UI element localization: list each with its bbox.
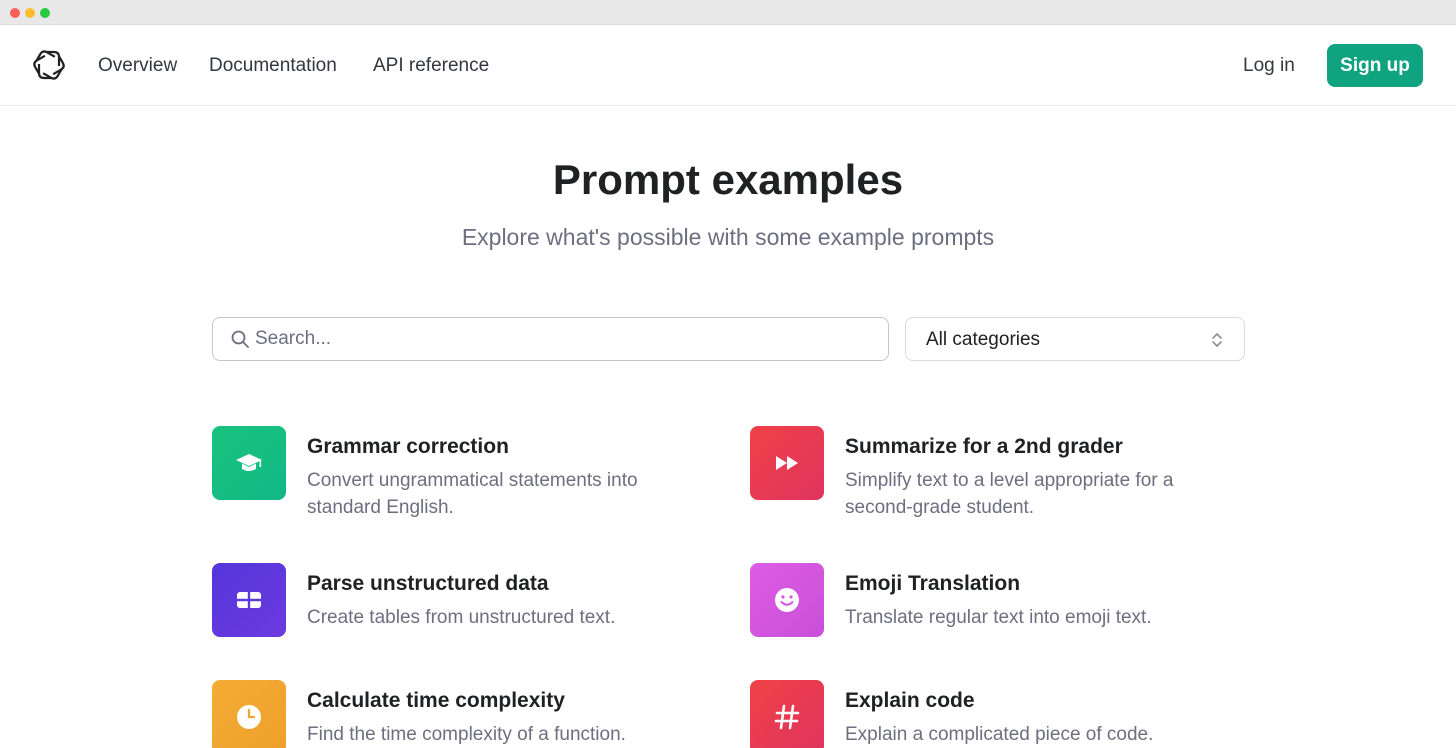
category-select-value: All categories	[926, 329, 1041, 350]
smiley-icon	[750, 563, 824, 637]
card-title: Grammar correction	[307, 435, 509, 458]
nav-link-overview[interactable]: Overview	[98, 55, 177, 77]
top-navigation: Overview Documentation API reference Log…	[0, 25, 1456, 106]
clock-icon	[212, 680, 286, 748]
window-titlebar	[0, 0, 1456, 25]
example-card-time-complexity[interactable]: Calculate time complexity Find the time …	[212, 680, 712, 748]
card-description: Simplify text to a level appropriate for…	[845, 470, 1174, 518]
category-select[interactable]: All categories	[905, 317, 1245, 361]
card-description: Explain a complicated piece of code.	[845, 724, 1154, 745]
window-close-dot[interactable]	[10, 8, 20, 18]
card-title: Emoji Translation	[845, 572, 1021, 595]
fast-forward-icon	[750, 426, 824, 500]
example-card-summarize[interactable]: Summarize for a 2nd grader Simplify text…	[750, 426, 1250, 526]
card-description: Translate regular text into emoji text.	[845, 607, 1152, 628]
nav-link-documentation[interactable]: Documentation	[209, 55, 337, 77]
card-title: Explain code	[845, 689, 975, 712]
table-icon	[212, 563, 286, 637]
example-card-emoji-translation[interactable]: Emoji Translation Translate regular text…	[750, 563, 1250, 663]
page-title: Prompt examples	[552, 156, 904, 203]
search-icon	[230, 329, 250, 349]
card-title: Summarize for a 2nd grader	[845, 435, 1123, 458]
card-title: Parse unstructured data	[307, 572, 549, 595]
openai-logo-icon[interactable]	[31, 47, 67, 83]
example-card-explain-code[interactable]: Explain code Explain a complicated piece…	[750, 680, 1250, 748]
login-link[interactable]: Log in	[1243, 55, 1295, 77]
signup-button[interactable]: Sign up	[1327, 44, 1423, 87]
page-subtitle: Explore what's possible with some exampl…	[461, 224, 995, 250]
search-input[interactable]	[255, 319, 875, 359]
search-box	[212, 317, 889, 361]
example-card-grammar-correction[interactable]: Grammar correction Convert ungrammatical…	[212, 426, 712, 526]
card-description: Create tables from unstructured text.	[307, 607, 616, 628]
card-description: Find the time complexity of a function.	[307, 724, 626, 745]
example-card-parse-data[interactable]: Parse unstructured data Create tables fr…	[212, 563, 712, 663]
chevron-up-down-icon	[1210, 331, 1224, 349]
nav-link-api-reference[interactable]: API reference	[373, 55, 489, 77]
hashtag-icon	[750, 680, 824, 748]
graduation-cap-icon	[212, 426, 286, 500]
card-title: Calculate time complexity	[307, 689, 565, 712]
card-description: Convert ungrammatical statements into st…	[307, 470, 638, 518]
window-minimize-dot[interactable]	[25, 8, 35, 18]
window-maximize-dot[interactable]	[40, 8, 50, 18]
